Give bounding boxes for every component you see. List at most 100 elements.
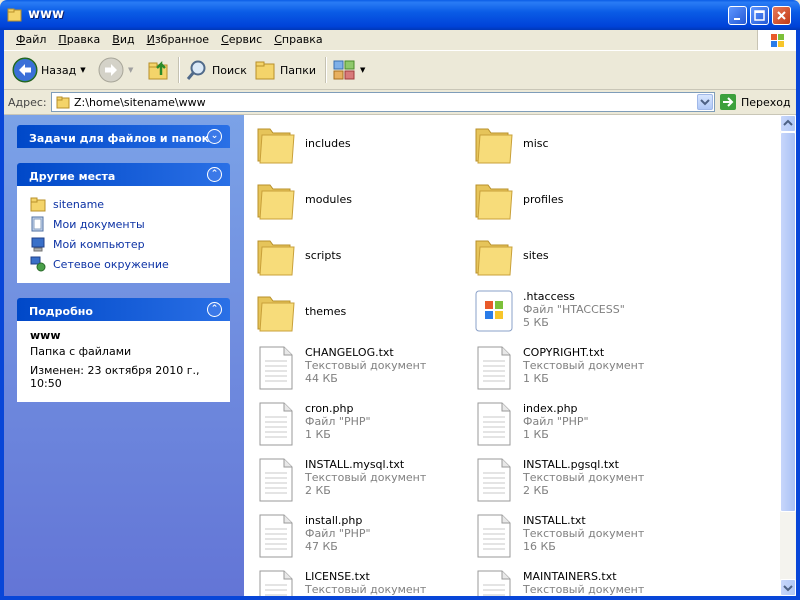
forward-dropdown-icon[interactable]: ▼: [128, 66, 133, 74]
folder-item[interactable]: sites: [465, 229, 675, 281]
collapse-icon[interactable]: ⌃: [207, 302, 222, 317]
file-item[interactable]: INSTALL.txt Текстовый документ 16 КБ: [465, 509, 675, 561]
menu-edit[interactable]: Правка: [52, 30, 106, 50]
menu-view[interactable]: Вид: [106, 30, 140, 50]
address-input[interactable]: Z:\home\sitename\www: [51, 92, 715, 112]
file-item[interactable]: COPYRIGHT.txt Текстовый документ 1 КБ: [465, 341, 675, 393]
file-name: themes: [305, 305, 347, 318]
file-name: INSTALL.pgsql.txt: [523, 458, 619, 471]
file-item[interactable]: cron.php Файл "PHP" 1 КБ: [247, 397, 457, 449]
file-size: 1 КБ: [305, 428, 331, 441]
folder-item[interactable]: modules: [247, 173, 457, 225]
file-name: misc: [523, 137, 549, 150]
file-size: 1 КБ: [523, 428, 549, 441]
close-button[interactable]: [772, 6, 791, 25]
file-type: Текстовый документ: [523, 471, 645, 484]
folders-button[interactable]: Папки: [253, 55, 316, 85]
menu-favorites[interactable]: Избранное: [141, 30, 215, 50]
places-panel-header[interactable]: Другие места ⌃: [17, 163, 230, 186]
file-type: Текстовый документ: [305, 471, 427, 484]
my-computer-icon: [31, 237, 45, 252]
file-name: cron.php: [305, 402, 354, 415]
file-item[interactable]: INSTALL.mysql.txt Текстовый документ 2 КБ: [247, 453, 457, 505]
expand-icon[interactable]: ⌄: [207, 129, 222, 144]
folder-item[interactable]: misc: [465, 117, 675, 169]
network-places-icon: [30, 256, 46, 272]
minimize-button[interactable]: [728, 6, 747, 25]
maximize-button[interactable]: [750, 6, 769, 25]
views-dropdown-icon[interactable]: ▼: [360, 66, 365, 74]
details-panel-header[interactable]: Подробно ⌃: [17, 298, 230, 321]
back-button[interactable]: Назад ▼: [12, 55, 86, 85]
file-item[interactable]: CHANGELOG.txt Текстовый документ 44 КБ: [247, 341, 457, 393]
tasks-panel-title: Задачи для файлов и папок: [29, 132, 210, 145]
title-bar[interactable]: www: [0, 0, 800, 30]
folder-item[interactable]: scripts: [247, 229, 457, 281]
tasks-panel-header[interactable]: Задачи для файлов и папок ⌄: [17, 125, 230, 148]
go-button[interactable]: Переход: [720, 93, 791, 111]
scroll-up-button[interactable]: [780, 115, 796, 132]
text-document-icon: [470, 455, 518, 503]
views-button[interactable]: ▼: [332, 55, 365, 85]
back-dropdown-icon[interactable]: ▼: [80, 66, 85, 74]
file-item[interactable]: INSTALL.pgsql.txt Текстовый документ 2 КБ: [465, 453, 675, 505]
folder-item[interactable]: profiles: [465, 173, 675, 225]
detail-name: www: [30, 329, 61, 342]
scroll-thumb[interactable]: [780, 132, 796, 512]
search-button[interactable]: Поиск: [185, 55, 247, 85]
folder-item[interactable]: includes: [247, 117, 457, 169]
folder-icon: [470, 175, 518, 223]
text-document-icon: [252, 567, 300, 596]
vertical-scrollbar[interactable]: [780, 115, 796, 596]
menu-file[interactable]: Файл: [10, 30, 52, 50]
folder-item[interactable]: themes: [247, 285, 457, 337]
windows-file-icon: [470, 287, 518, 335]
scroll-down-icon: [783, 585, 793, 592]
folder-icon: [252, 231, 300, 279]
back-arrow-icon: [12, 57, 38, 83]
up-folder-button[interactable]: [147, 55, 171, 85]
scroll-down-button[interactable]: [780, 579, 796, 596]
text-document-icon: [252, 399, 300, 447]
text-document-icon: [470, 511, 518, 559]
task-pane: Задачи для файлов и папок ⌄ Другие места…: [4, 115, 244, 596]
collapse-icon[interactable]: ⌃: [207, 167, 222, 182]
place-my-documents[interactable]: Мои документы: [30, 214, 217, 234]
file-name: CHANGELOG.txt: [305, 346, 394, 359]
address-dropdown-button[interactable]: [697, 94, 713, 110]
details-panel-title: Подробно: [29, 305, 93, 318]
menu-tools[interactable]: Сервис: [215, 30, 268, 50]
forward-arrow-icon: [98, 57, 124, 83]
menu-help[interactable]: Справка: [268, 30, 328, 50]
windows-flag-icon: [771, 34, 784, 47]
folder-icon: [252, 175, 300, 223]
detail-modified: Изменен: 23 октября 2010 г., 10:50: [30, 364, 200, 390]
place-my-computer[interactable]: Мой компьютер: [30, 234, 217, 254]
address-label: Адрес:: [8, 96, 47, 109]
file-item[interactable]: index.php Файл "PHP" 1 КБ: [465, 397, 675, 449]
minimize-icon: [734, 18, 740, 20]
file-type: Текстовый документ: [305, 583, 427, 596]
file-item[interactable]: .htaccess Файл "HTACCESS" 5 КБ: [465, 285, 675, 337]
toolbar-separator: [178, 57, 180, 83]
file-size: 5 КБ: [523, 316, 549, 329]
place-label: Мои документы: [53, 217, 145, 231]
file-type: Текстовый документ: [523, 527, 645, 540]
file-type: Файл "PHP": [523, 415, 589, 428]
forward-button[interactable]: ▼: [98, 55, 133, 85]
file-item[interactable]: install.php Файл "PHP" 47 КБ: [247, 509, 457, 561]
go-label: Переход: [741, 95, 791, 109]
file-name: index.php: [523, 402, 578, 415]
details-panel-body: www Папка с файлами Изменен: 23 октября …: [17, 321, 230, 402]
folder-icon: [252, 119, 300, 167]
place-network[interactable]: Сетевое окружение: [30, 254, 217, 274]
place-sitename[interactable]: sitename: [30, 194, 217, 214]
file-item[interactable]: MAINTAINERS.txt Текстовый документ: [465, 565, 675, 596]
window-title: www: [28, 7, 65, 22]
file-item[interactable]: LICENSE.txt Текстовый документ: [247, 565, 457, 596]
file-type: Файл "PHP": [305, 415, 371, 428]
file-type: Текстовый документ: [305, 359, 427, 372]
places-panel: Другие места ⌃ sitename Мои документы Мо…: [17, 163, 230, 283]
folder-icon: [30, 197, 46, 212]
folder-icon: [470, 231, 518, 279]
